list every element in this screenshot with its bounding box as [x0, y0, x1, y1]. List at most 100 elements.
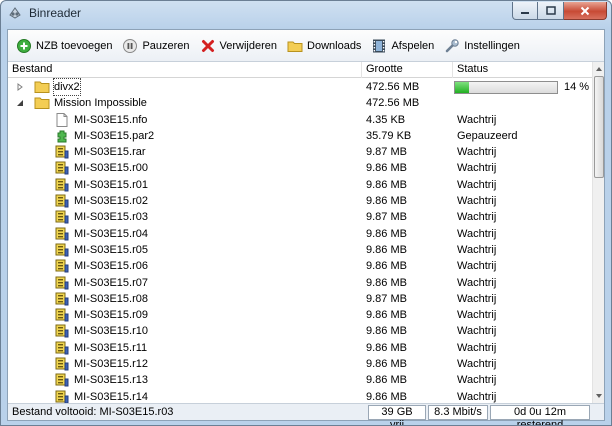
file-status: Wachtrij — [457, 227, 497, 240]
file-name: MI-S03E15.r13 — [74, 374, 148, 387]
scroll-thumb[interactable] — [594, 76, 604, 178]
status-message: Bestand voltooid: MI-S03E15.r03 — [12, 406, 174, 418]
title-bar[interactable]: Binreader — [1, 1, 611, 25]
add-nzb-button[interactable]: NZB toevoegen — [12, 34, 118, 58]
file-size: 9.86 MB — [366, 162, 407, 175]
file-name: MI-S03E15.r12 — [74, 358, 148, 371]
rar-archive-icon — [54, 276, 70, 290]
file-status: Wachtrij — [457, 325, 497, 338]
expanded-arrow-icon[interactable] — [16, 99, 24, 107]
maximize-icon — [545, 6, 556, 15]
remove-button[interactable]: Verwijderen — [196, 34, 283, 58]
table-row[interactable]: MI-S03E15.r04 9.86 MB Wachtrij — [8, 226, 592, 242]
table-row[interactable]: MI-S03E15.r12 9.86 MB Wachtrij — [8, 356, 592, 372]
table-row[interactable]: MI-S03E15.r09 9.86 MB Wachtrij — [8, 307, 592, 323]
file-list: Bestand Grootte Status divx2 472.56 MB 14 … — [8, 62, 604, 403]
downloads-button[interactable]: Downloads — [283, 34, 367, 58]
scroll-down-icon[interactable] — [595, 392, 603, 400]
file-status: Wachtrij — [457, 162, 497, 175]
file-name: MI-S03E15.r00 — [74, 162, 148, 175]
file-status: Wachtrij — [457, 243, 497, 256]
minimize-icon — [521, 11, 529, 14]
column-header-size[interactable]: Grootte — [362, 62, 453, 78]
file-size: 9.86 MB — [366, 325, 407, 338]
file-size: 9.86 MB — [366, 276, 407, 289]
file-size: 9.87 MB — [366, 292, 407, 305]
settings-button[interactable]: Instellingen — [440, 34, 526, 58]
scroll-up-icon[interactable] — [595, 65, 603, 73]
file-name: MI-S03E15.rar — [74, 146, 146, 159]
column-header-status[interactable]: Status — [453, 62, 592, 78]
file-name: MI-S03E15.r11 — [74, 341, 148, 354]
file-size: 9.86 MB — [366, 358, 407, 371]
file-status: Wachtrij — [457, 309, 497, 322]
table-row[interactable]: MI-S03E15.r08 9.87 MB Wachtrij — [8, 291, 592, 307]
file-status: Wachtrij — [457, 374, 497, 387]
table-row[interactable]: MI-S03E15.rar 9.87 MB Wachtrij — [8, 144, 592, 160]
file-size: 9.87 MB — [366, 146, 407, 159]
status-bar: Bestand voltooid: MI-S03E15.r03 39 GB vr… — [8, 403, 604, 425]
file-status: Wachtrij — [457, 341, 497, 354]
document-icon — [54, 112, 70, 127]
par2-puzzle-icon — [54, 129, 70, 143]
file-size: 35.79 KB — [366, 129, 412, 142]
free-space-indicator: 39 GB vrij — [368, 405, 426, 425]
file-rows: divx2 472.56 MB 14 % Mission Impossible 472.… — [8, 78, 592, 403]
file-name: MI-S03E15.r06 — [74, 260, 148, 273]
close-icon — [580, 6, 590, 15]
time-remaining-indicator: 0d 0u 12m resterend — [490, 405, 590, 425]
file-size: 4.35 KB — [366, 113, 406, 126]
rar-archive-icon — [54, 292, 70, 306]
rar-archive-icon — [54, 227, 70, 241]
file-status: Wachtrij — [457, 292, 497, 305]
vertical-scrollbar[interactable] — [592, 62, 604, 403]
minimize-button[interactable] — [512, 2, 538, 20]
folder-icon — [34, 80, 50, 94]
table-row[interactable]: MI-S03E15.r05 9.86 MB Wachtrij — [8, 242, 592, 258]
file-name: MI-S03E15.r14 — [74, 390, 148, 403]
rar-archive-icon — [54, 194, 70, 208]
table-row[interactable]: MI-S03E15.r10 9.86 MB Wachtrij — [8, 323, 592, 339]
file-status: Wachtrij — [457, 260, 497, 273]
play-label: Afspelen — [391, 39, 435, 52]
file-name: MI-S03E15.r04 — [74, 227, 148, 240]
maximize-button[interactable] — [538, 2, 564, 20]
file-name: MI-S03E15.par2 — [74, 129, 155, 142]
close-button[interactable] — [564, 2, 607, 20]
table-row[interactable]: MI-S03E15.r06 9.86 MB Wachtrij — [8, 258, 592, 274]
file-size: 9.86 MB — [366, 309, 407, 322]
file-status: Wachtrij — [457, 358, 497, 371]
pause-button[interactable]: Pauzeren — [118, 34, 195, 58]
table-row[interactable]: MI-S03E15.r03 9.87 MB Wachtrij — [8, 209, 592, 225]
table-row[interactable]: MI-S03E15.r13 9.86 MB Wachtrij — [8, 372, 592, 388]
file-status: Gepauzeerd — [457, 129, 518, 142]
play-button[interactable]: Afspelen — [367, 34, 440, 58]
rar-archive-icon — [54, 210, 70, 224]
column-header-file[interactable]: Bestand — [8, 62, 362, 78]
table-row[interactable]: MI-S03E15.r01 9.86 MB Wachtrij — [8, 177, 592, 193]
collapsed-arrow-icon[interactable] — [16, 83, 24, 91]
file-name: Mission Impossible — [54, 97, 147, 110]
client-area: NZB toevoegen Pauzeren Verwijderen Downl… — [7, 29, 605, 425]
file-name: MI-S03E15.nfo — [74, 113, 148, 126]
table-row[interactable]: MI-S03E15.r14 9.86 MB Wachtrij — [8, 389, 592, 403]
table-row[interactable]: MI-S03E15.nfo 4.35 KB Wachtrij — [8, 112, 592, 128]
table-row[interactable]: MI-S03E15.r02 9.86 MB Wachtrij — [8, 193, 592, 209]
folder-row[interactable]: Mission Impossible 472.56 MB — [8, 95, 592, 111]
table-row[interactable]: MI-S03E15.r07 9.86 MB Wachtrij — [8, 275, 592, 291]
file-status: Wachtrij — [457, 113, 497, 126]
table-row[interactable]: MI-S03E15.par2 35.79 KB Gepauzeerd — [8, 128, 592, 144]
file-size: 9.86 MB — [366, 227, 407, 240]
rar-archive-icon — [54, 161, 70, 175]
table-row[interactable]: MI-S03E15.r11 9.86 MB Wachtrij — [8, 340, 592, 356]
file-size: 9.86 MB — [366, 243, 407, 256]
file-status: Wachtrij — [457, 146, 497, 159]
folder-row[interactable]: divx2 472.56 MB 14 % — [8, 78, 592, 96]
file-name: MI-S03E15.r08 — [74, 292, 148, 305]
file-size: 472.56 MB — [366, 97, 420, 110]
table-row[interactable]: MI-S03E15.r00 9.86 MB Wachtrij — [8, 160, 592, 176]
rar-archive-icon — [54, 243, 70, 257]
rar-archive-icon — [54, 373, 70, 387]
file-size: 9.87 MB — [366, 211, 407, 224]
file-status: Wachtrij — [457, 211, 497, 224]
